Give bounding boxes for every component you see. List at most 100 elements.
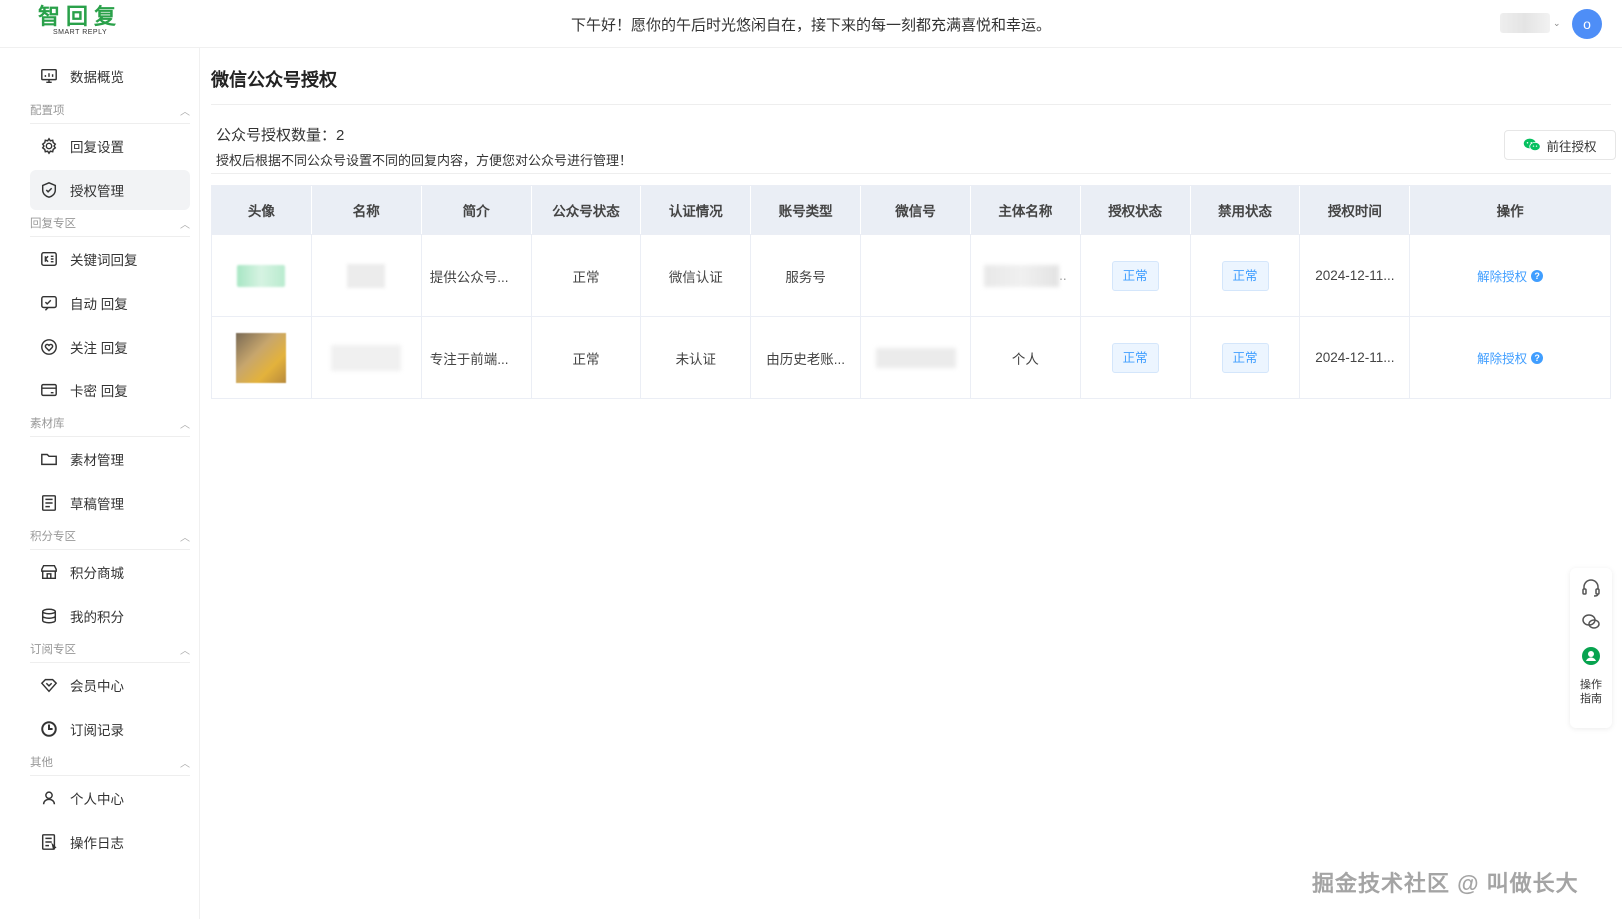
sidebar-item-label: 数据概览 xyxy=(70,70,124,85)
sidebar-item-follow-reply[interactable]: 关注 回复 xyxy=(30,327,190,367)
account-avatar xyxy=(212,317,312,398)
account-type: 由历史老账... xyxy=(751,317,862,398)
sidebar-item-operation-log[interactable]: 操作日志 xyxy=(30,822,190,862)
revoke-auth-link[interactable]: 解除授权? xyxy=(1477,348,1544,367)
group-title-material[interactable]: 素材库 ︿ xyxy=(30,415,190,437)
account-intro: 提供公众号... xyxy=(422,235,532,316)
sidebar-item-label: 素材管理 xyxy=(70,453,124,468)
name-blurred xyxy=(331,344,402,371)
store-icon xyxy=(38,561,60,583)
column-header: 简介 xyxy=(422,186,532,234)
wechat-id xyxy=(861,235,971,316)
wechat-id-blurred xyxy=(875,347,956,368)
auth-time: 2024-12-11... xyxy=(1300,317,1411,398)
sidebar-item-keyword-reply[interactable]: 关键词回复 xyxy=(30,239,190,279)
column-header: 操作 xyxy=(1496,204,1524,219)
database-icon xyxy=(38,605,60,627)
diamond-icon xyxy=(38,674,60,696)
column-header: 禁用状态 xyxy=(1191,186,1301,234)
folder-icon xyxy=(38,448,60,470)
sidebar-item-personal-center[interactable]: 个人中心 xyxy=(30,778,190,818)
auth-count-label: 公众号授权数量： xyxy=(216,127,337,144)
status-badge: 正常 xyxy=(1111,342,1159,373)
intro-text: 提供公众号... xyxy=(429,269,509,285)
auth-status: 正常 xyxy=(1081,317,1191,398)
account-avatar xyxy=(212,235,312,316)
sidebar-item-label: 卡密 回复 xyxy=(70,384,128,399)
draft-icon xyxy=(38,492,60,514)
column-header: 授权状态 xyxy=(1081,186,1191,234)
group-label: 素材库 xyxy=(30,418,65,430)
table-row: 提供公众号... 正常 微信认证 服务号 .. 正常 正常 2024-12-11… xyxy=(212,234,1610,316)
log-icon xyxy=(38,831,60,853)
gear-icon xyxy=(38,135,60,157)
go-authorize-button[interactable]: 前往授权 xyxy=(1504,130,1616,160)
account-status: 正常 xyxy=(532,317,642,398)
floating-helper-bar: 操作指南 xyxy=(1570,568,1612,728)
sidebar-item-auth-manage[interactable]: 授权管理 xyxy=(30,170,190,210)
main-content: 微信公众号授权 公众号授权数量：2 授权后根据不同公众号设置不同的回复内容，方便… xyxy=(211,48,1616,919)
headset-icon[interactable] xyxy=(1579,576,1603,600)
greeting-text: 下午好！愿你的午后时光悠闲自在，接下来的每一刻都充满喜悦和幸运。 xyxy=(570,17,1051,34)
avatar-image-blurred xyxy=(236,332,287,383)
sidebar-item-label: 回复设置 xyxy=(70,140,124,155)
group-title-points[interactable]: 积分专区 ︿ xyxy=(30,528,190,550)
column-header: 账号类型 xyxy=(751,186,862,234)
group-title-config[interactable]: 配置项 ︿ xyxy=(30,102,190,124)
group-title-reply[interactable]: 回复专区 ︿ xyxy=(30,215,190,237)
name-blurred xyxy=(347,263,386,288)
sidebar-item-my-points[interactable]: 我的积分 xyxy=(30,596,190,636)
shield-check-icon xyxy=(38,179,60,201)
subject-name: 个人 xyxy=(971,317,1081,398)
sidebar-item-overview[interactable]: 数据概览 xyxy=(30,56,190,96)
sidebar: 数据概览 配置项 ︿ 回复设置 授权管理 回复专区 ︿ 关键词回复 自动 回复 关注… xyxy=(0,48,200,919)
divider xyxy=(211,104,1611,105)
sidebar-item-card-reply[interactable]: 卡密 回复 xyxy=(30,370,190,410)
column-header: 头像 xyxy=(212,186,312,234)
divider xyxy=(211,173,1611,174)
group-title-subscribe[interactable]: 订阅专区 ︿ xyxy=(30,641,190,663)
sidebar-item-subscribe-record[interactable]: 订阅记录 xyxy=(30,709,190,749)
help-icon[interactable]: ? xyxy=(1531,269,1544,282)
avatar-image-blurred xyxy=(237,264,286,287)
group-label: 订阅专区 xyxy=(30,644,76,656)
auth-count: 公众号授权数量：2 xyxy=(216,124,344,145)
sidebar-item-material-manage[interactable]: 素材管理 xyxy=(30,439,190,479)
status-badge: 正常 xyxy=(1221,342,1269,373)
auth-description: 授权后根据不同公众号设置不同的回复内容，方便您对公众号进行管理！ xyxy=(216,153,633,168)
auth-time: 2024-12-11... xyxy=(1300,235,1411,316)
subject-name: .. xyxy=(971,235,1081,316)
chevron-up-icon: ︿ xyxy=(180,646,190,657)
sidebar-item-label: 操作日志 xyxy=(70,836,124,851)
chevron-up-icon: ︿ xyxy=(180,420,190,431)
sidebar-item-member-center[interactable]: 会员中心 xyxy=(30,665,190,705)
clock-icon xyxy=(38,718,60,740)
user-avatar[interactable]: o xyxy=(1572,9,1602,39)
sidebar-item-label: 草稿管理 xyxy=(70,497,124,512)
account-status: 正常 xyxy=(532,235,642,316)
sidebar-item-reply-settings[interactable]: 回复设置 xyxy=(30,126,190,166)
sidebar-item-label: 关注 回复 xyxy=(70,341,128,356)
table-header: 头像 名称 简介 公众号状态 认证情况 账号类型 微信号 主体名称 授权状态 禁… xyxy=(212,186,1610,234)
sidebar-item-label: 会员中心 xyxy=(70,679,124,694)
sidebar-item-auto-reply[interactable]: 自动 回复 xyxy=(30,283,190,323)
group-title-other[interactable]: 其他 ︿ xyxy=(30,754,190,776)
verify-status: 未认证 xyxy=(641,317,752,398)
group-label: 回复专区 xyxy=(30,218,76,230)
guide-user-icon[interactable] xyxy=(1579,644,1603,668)
account-name xyxy=(312,235,422,316)
revoke-auth-link[interactable]: 解除授权? xyxy=(1477,266,1544,285)
sidebar-item-draft-manage[interactable]: 草稿管理 xyxy=(30,483,190,523)
auth-count-value: 2 xyxy=(336,127,345,144)
account-intro: 专注于前端... xyxy=(422,317,532,398)
user-name-blurred[interactable] xyxy=(1500,13,1550,33)
column-header: 名称 xyxy=(312,186,422,234)
sidebar-item-points-mall[interactable]: 积分商城 xyxy=(30,552,190,592)
group-label: 其他 xyxy=(30,757,53,769)
wechat-outline-icon[interactable] xyxy=(1579,610,1603,634)
operation-guide-label[interactable]: 操作指南 xyxy=(1577,678,1605,706)
help-icon[interactable]: ? xyxy=(1531,351,1544,364)
revoke-label: 解除授权 xyxy=(1477,270,1528,284)
user-menu-caret-icon[interactable]: ⌄ xyxy=(1553,18,1561,29)
column-header: 公众号状态 xyxy=(532,186,642,234)
